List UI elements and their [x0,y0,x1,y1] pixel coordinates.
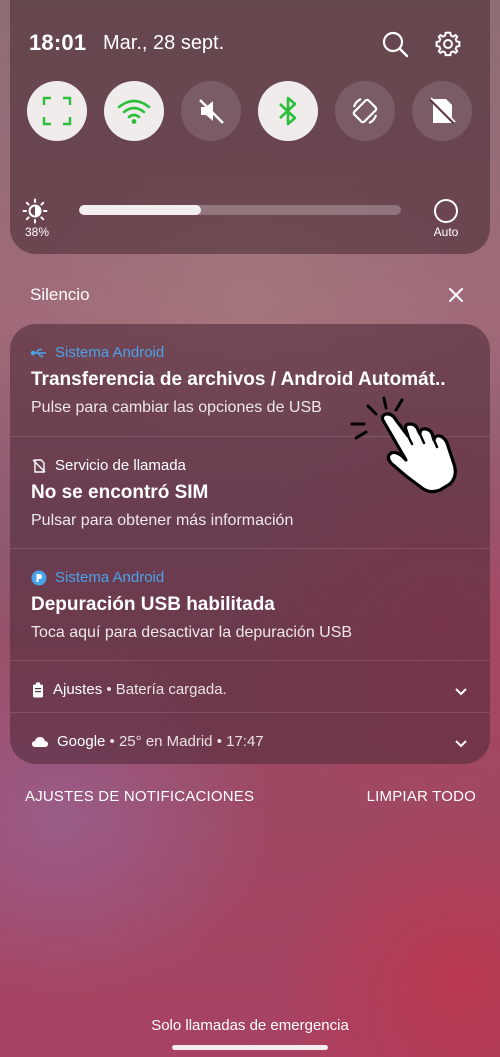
tap-gesture-hand-icon [350,396,457,494]
collapsed-text: Batería cargada. [115,681,227,698]
mute-icon [199,99,224,124]
auto-rotate-tile[interactable] [335,81,395,141]
collapsed-app-name: Google [57,733,106,750]
collapsed-separator: • [105,733,119,750]
navigation-handle[interactable] [172,1045,328,1050]
notification-app-name: Servicio de llamada [55,457,186,474]
brightness-percent: 38% [24,225,50,239]
auto-brightness-toggle[interactable] [434,199,458,223]
no-sim-icon [32,458,46,473]
notification-body: Toca aquí para desactivar la depuración … [31,624,353,641]
notification-app-name: Sistema Android [55,344,165,361]
notification-settings-button[interactable]: AJUSTES DE NOTIFICACIONES [25,788,254,805]
brightness-icon [22,198,48,224]
screen-capture-icon [42,96,72,126]
notification-title: Depuración USB habilitada [31,594,275,615]
notification-usb-debugging[interactable]: Sistema Android Depuración USB habilitad… [10,549,490,660]
clear-all-button[interactable]: LIMPIAR TODO [367,788,476,805]
screen-capture-tile[interactable] [27,81,87,141]
notification-collapsed-google[interactable]: Google • 25° en Madrid • 17:47 [31,733,264,750]
sound-tile[interactable] [181,81,241,141]
wifi-tile[interactable] [104,81,164,141]
notification-body: Pulse para cambiar las opciones de USB [31,399,322,416]
section-title: Silencio [30,285,90,304]
notification-title: Transferencia de archivos / Android Auto… [31,369,446,390]
usb-icon [31,348,46,357]
notification-body: Pulsar para obtener más información [31,512,294,529]
notification-title: No se encontró SIM [31,482,209,503]
collapsed-app-name: Ajustes [53,681,103,698]
notification-divider [10,660,490,661]
gear-icon[interactable] [432,28,464,60]
auto-brightness-label: Auto [433,225,459,239]
notification-panel: Sistema Android Transferencia de archivo… [10,324,490,764]
brightness-slider-fill [79,205,202,215]
wifi-icon [117,99,151,124]
notification-collapsed-ajustes[interactable]: Ajustes • Batería cargada. [31,681,227,698]
notification-app-name: Sistema Android [55,569,165,586]
date: Mar., 28 sept. [103,32,225,54]
battery-icon [33,682,43,697]
mobile-data-tile[interactable] [412,81,472,141]
collapsed-text: 25° en Madrid • 17:47 [118,733,264,750]
chevron-down-icon[interactable] [452,735,470,753]
notification-app-line: Servicio de llamada [31,457,186,474]
android-debug-icon [31,570,47,585]
cloud-icon [32,736,48,747]
rotate-icon [352,97,378,125]
bluetooth-icon [279,96,297,126]
clock: 18:01 [29,30,87,55]
close-icon[interactable] [444,283,468,307]
chevron-down-icon[interactable] [452,683,470,701]
emergency-calls-text: Solo llamadas de emergencia [151,1017,349,1034]
bluetooth-tile[interactable] [258,81,318,141]
search-icon[interactable] [379,28,411,60]
notification-app-line: Sistema Android [31,344,164,361]
notification-app-line: Sistema Android [31,569,164,586]
brightness-slider[interactable] [79,205,401,215]
notification-divider [10,712,490,713]
collapsed-separator: • [102,681,116,698]
no-sim-icon [428,97,456,125]
